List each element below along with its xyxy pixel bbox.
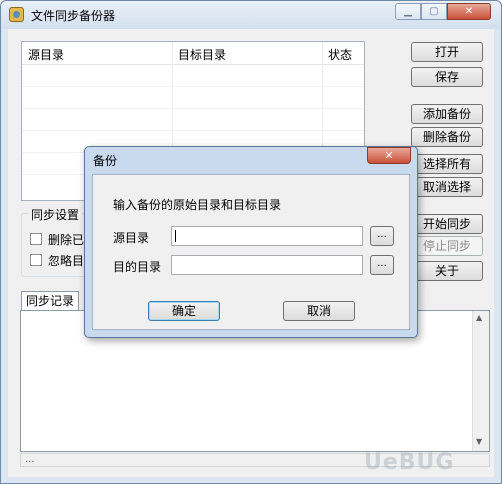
delete-option-checkbox[interactable] bbox=[30, 233, 42, 245]
ok-button[interactable]: 确定 bbox=[148, 301, 220, 321]
maximize-button[interactable]: ▢ bbox=[421, 3, 447, 20]
target-label: 目的目录 bbox=[113, 260, 162, 274]
save-button[interactable]: 保存 bbox=[411, 67, 483, 87]
column-status[interactable]: 状态 bbox=[328, 46, 352, 63]
start-sync-button[interactable]: 开始同步 bbox=[411, 214, 483, 234]
delete-backup-button[interactable]: 删除备份 bbox=[411, 127, 483, 147]
backup-dialog: 备份 ✕ 输入备份的原始目录和目标目录 源目录 ... 目的目录 ... 确定 … bbox=[84, 146, 418, 338]
app-icon bbox=[9, 7, 24, 22]
ignore-option-label: 忽略目 bbox=[48, 254, 85, 268]
deselect-button[interactable]: 取消选择 bbox=[411, 177, 483, 197]
dialog-prompt: 输入备份的原始目录和目标目录 bbox=[113, 198, 282, 212]
dialog-body: 输入备份的原始目录和目标目录 源目录 ... 目的目录 ... 确定 取消 bbox=[92, 174, 410, 330]
column-source[interactable]: 源目录 bbox=[28, 46, 64, 63]
row-line bbox=[22, 86, 364, 87]
scroll-down-icon[interactable]: ▼ bbox=[476, 437, 482, 446]
tab-sync-log[interactable]: 同步记录 bbox=[21, 291, 79, 311]
column-target[interactable]: 目标目录 bbox=[178, 46, 226, 63]
select-all-button[interactable]: 选择所有 bbox=[411, 154, 483, 174]
add-backup-button[interactable]: 添加备份 bbox=[411, 104, 483, 124]
sync-settings-title: 同步设置 bbox=[28, 206, 83, 223]
list-header: 源目录 目标目录 状态 bbox=[22, 42, 364, 65]
dialog-close-button[interactable]: ✕ bbox=[367, 147, 411, 164]
close-button[interactable]: ✕ bbox=[447, 3, 491, 20]
source-input[interactable] bbox=[171, 226, 363, 246]
title-bar[interactable]: 文件同步备份器 ▁ ▢ ✕ bbox=[1, 1, 501, 29]
ignore-option-checkbox[interactable] bbox=[30, 254, 42, 266]
source-label: 源目录 bbox=[113, 231, 150, 245]
scroll-up-icon[interactable]: ▲ bbox=[476, 313, 482, 322]
stop-sync-button[interactable]: 停止同步 bbox=[411, 236, 483, 256]
source-browse-button[interactable]: ... bbox=[370, 226, 394, 246]
window-title: 文件同步备份器 bbox=[31, 9, 116, 23]
delete-option-label: 删除已 bbox=[48, 233, 85, 247]
dialog-title: 备份 bbox=[93, 154, 118, 168]
cancel-button[interactable]: 取消 bbox=[283, 301, 355, 321]
minimize-button[interactable]: ▁ bbox=[395, 3, 421, 20]
watermark-logo: UeBUG bbox=[364, 450, 455, 475]
target-browse-button[interactable]: ... bbox=[370, 255, 394, 275]
about-button[interactable]: 关于 bbox=[411, 261, 483, 281]
text-caret bbox=[175, 230, 176, 242]
log-scrollbar[interactable]: ▲ ▼ bbox=[472, 311, 489, 451]
target-input[interactable] bbox=[171, 255, 363, 275]
open-button[interactable]: 打开 bbox=[411, 42, 483, 62]
row-line bbox=[22, 108, 364, 109]
row-line bbox=[22, 130, 364, 131]
